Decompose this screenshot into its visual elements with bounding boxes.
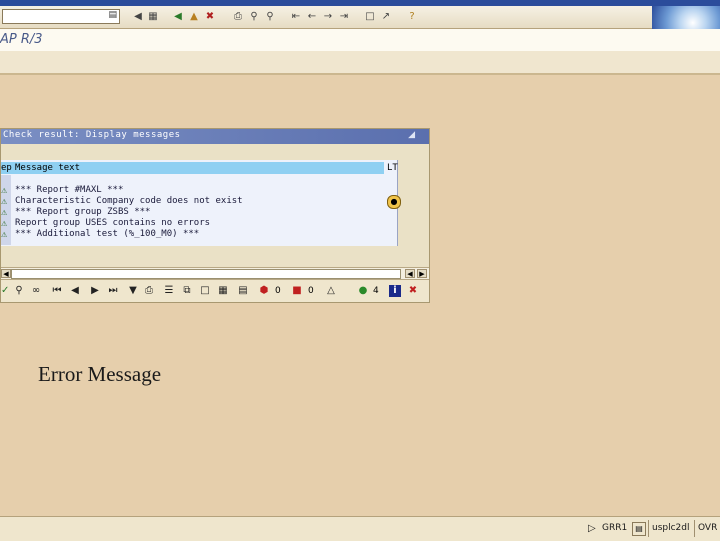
sort-icon[interactable]: ☰ (163, 285, 175, 297)
stop-icon[interactable]: ⬢ (257, 285, 271, 297)
success-count: 4 (373, 286, 379, 296)
detail-icon[interactable]: ⚲ (13, 285, 25, 297)
table-row[interactable]: Characteristic Company code does not exi… (15, 196, 243, 207)
stop-count: 0 (275, 286, 281, 296)
dialog-title: Check result: Display messages (3, 130, 181, 140)
warning-icon[interactable]: △ (325, 285, 337, 297)
last-page-icon[interactable]: ⇥ (338, 11, 350, 23)
warning-icon: ⚠ (1, 187, 8, 195)
prev-page-icon[interactable]: ◀ (69, 285, 81, 297)
messages-dialog: Check result: Display messages ◢ ep Mess… (0, 128, 430, 303)
save-icon[interactable]: ▦ (147, 11, 159, 23)
prev-page-icon[interactable]: ← (306, 11, 318, 23)
command-field[interactable]: ▤ (2, 9, 120, 24)
status-toggle-icon[interactable]: ▷ (588, 521, 598, 536)
cancel-icon[interactable]: ✖ (204, 11, 216, 23)
print-icon[interactable]: ⎙ (232, 11, 244, 23)
last-page-icon[interactable]: ⏭ (107, 285, 119, 297)
warning-icon: ⚠ (1, 209, 8, 217)
column-header-message-text[interactable]: Message text (15, 162, 80, 174)
horizontal-scrollbar[interactable]: ◀ ◀ ▶ (1, 267, 429, 280)
error-count: 0 (308, 286, 314, 296)
insert-mode: OVR (698, 523, 718, 533)
scrollbar-track[interactable] (11, 269, 401, 279)
check-icon[interactable]: ✓ (1, 285, 9, 297)
scroll-left-icon[interactable]: ◀ (1, 269, 11, 278)
error-icon[interactable]: ■ (291, 285, 303, 297)
technical-info-icon[interactable]: ∞ (29, 285, 43, 297)
long-text-icon[interactable]: ● (387, 195, 401, 209)
next-page-icon[interactable]: → (322, 11, 334, 23)
warning-icon: ⚠ (1, 231, 8, 239)
status-bar: ▷ GRR1 ▤ usplc2dl OVR (0, 516, 720, 541)
info-icon[interactable]: i (389, 285, 401, 297)
scroll-left-icon[interactable]: ◀ (405, 269, 415, 278)
save-icon[interactable]: □ (199, 285, 211, 297)
success-icon[interactable]: ● (357, 285, 369, 297)
table-row[interactable]: *** Report #MAXL *** (15, 185, 123, 196)
scroll-right-icon[interactable]: ▶ (417, 269, 427, 278)
find-icon[interactable]: ⚲ (248, 11, 260, 23)
application-toolbar (0, 51, 720, 75)
close-icon[interactable]: ✖ (407, 285, 419, 297)
exit-icon[interactable]: ▲ (188, 11, 200, 23)
error-message-caption: Error Message (38, 362, 162, 386)
new-session-icon[interactable]: □ (364, 11, 376, 23)
find-next-icon[interactable]: ⚲ (264, 11, 276, 23)
status-divider (694, 520, 695, 537)
table-row[interactable]: *** Report group ZSBS *** (15, 207, 150, 218)
enter-icon[interactable]: ▤ (108, 10, 117, 20)
layout-icon[interactable]: ▤ (237, 285, 249, 297)
first-page-icon[interactable]: ⇤ (290, 11, 302, 23)
help-icon[interactable]: ? (406, 11, 418, 23)
filter-icon[interactable]: ▼ (127, 285, 139, 297)
session-icon[interactable]: ▤ (632, 522, 646, 536)
table-row[interactable]: *** Additional test (%_100_M0) *** (15, 229, 199, 240)
dialog-toolbar: ✓ ⚲ ∞ ⏮ ◀ ▶ ⏭ ▼ ⎙ ☰ ⧉ □ ▦ ▤ ⬢ 0 ■ 0 △ ● … (1, 280, 429, 302)
first-page-icon[interactable]: ⏮ (51, 285, 63, 297)
close-icon[interactable]: ◢ (408, 130, 415, 140)
app-title: AP R/3 (0, 32, 43, 47)
back-icon[interactable]: ◀ (172, 11, 184, 23)
enter-icon[interactable]: ◀ (132, 11, 144, 23)
server-name: usplc2dl (652, 523, 690, 533)
system-name: GRR1 (602, 523, 628, 533)
warning-icon: ⚠ (1, 198, 8, 206)
column-header-lt[interactable]: LT (387, 162, 398, 174)
status-divider (648, 520, 649, 537)
export-icon[interactable]: ▦ (217, 285, 229, 297)
next-page-icon[interactable]: ▶ (89, 285, 101, 297)
print-icon[interactable]: ⎙ (143, 285, 155, 297)
dialog-title-bar: Check result: Display messages ◢ (1, 129, 429, 144)
standard-toolbar: ▤ ◀ ▦ ◀ ▲ ✖ ⎙ ⚲ ⚲ ⇤ ← → ⇥ □ ↗ ? (0, 6, 720, 34)
shortcut-icon[interactable]: ↗ (380, 11, 392, 23)
warning-icon: ⚠ (1, 220, 8, 228)
column-header-type[interactable]: ep (1, 162, 12, 174)
copy-icon[interactable]: ⧉ (181, 285, 193, 297)
table-row[interactable]: Report group USES contains no errors (15, 218, 210, 229)
title-bar: AP R/3 (0, 29, 720, 52)
